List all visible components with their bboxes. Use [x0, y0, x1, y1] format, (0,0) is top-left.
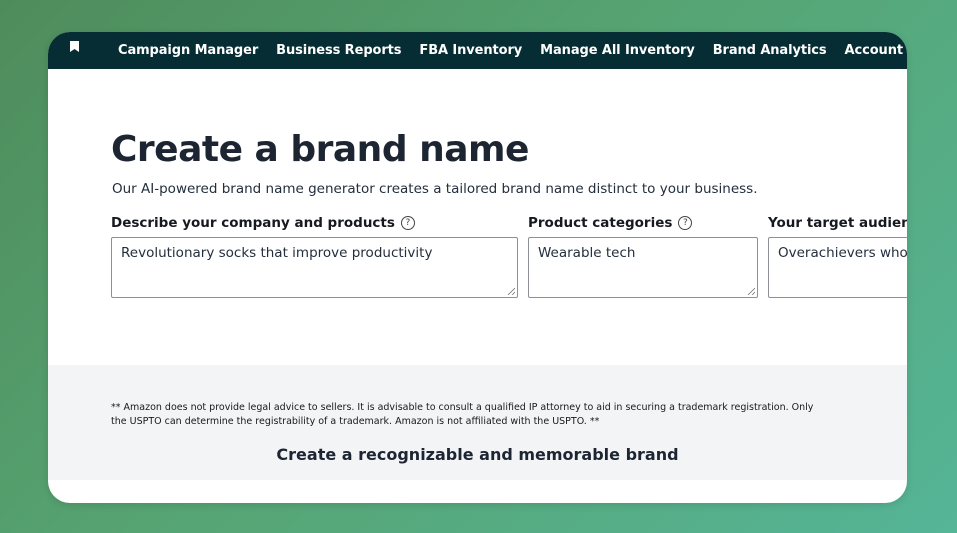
nav-items: Campaign Manager Business Reports FBA In… [118, 32, 907, 69]
nav-item-fba-inventory[interactable]: FBA Inventory [419, 43, 522, 58]
top-nav-bar: Campaign Manager Business Reports FBA In… [48, 32, 907, 69]
main-content: Create a brand name Our AI-powered brand… [48, 69, 907, 365]
field-label: Your target audience [768, 215, 907, 231]
field-company-description: Describe your company and products ? Rev… [111, 215, 518, 298]
product-categories-input[interactable]: Wearable tech [528, 237, 758, 298]
input-value: Overachievers who [778, 245, 907, 261]
field-label-text: Describe your company and products [111, 215, 395, 231]
field-label-text: Your target audience [768, 215, 907, 231]
field-product-categories: Product categories ? Wearable tech [528, 215, 758, 298]
input-value: Revolutionary socks that improve product… [121, 245, 433, 261]
nav-item-account-health[interactable]: Account Health [845, 43, 907, 58]
footer-section: ** Amazon does not provide legal advice … [48, 365, 907, 480]
field-target-audience: Your target audience Overachievers who [768, 215, 907, 298]
field-label: Product categories ? [528, 215, 758, 231]
page-subtitle: Our AI-powered brand name generator crea… [112, 181, 758, 197]
nav-item-campaign-manager[interactable]: Campaign Manager [118, 43, 258, 58]
resize-grip-icon[interactable] [507, 287, 515, 295]
nav-item-business-reports[interactable]: Business Reports [276, 43, 401, 58]
nav-item-brand-analytics[interactable]: Brand Analytics [713, 43, 827, 58]
company-description-input[interactable]: Revolutionary socks that improve product… [111, 237, 518, 298]
field-label-text: Product categories [528, 215, 673, 231]
legal-disclaimer: ** Amazon does not provide legal advice … [111, 402, 814, 427]
page-title: Create a brand name [111, 129, 529, 170]
help-icon[interactable]: ? [678, 216, 693, 230]
bookmark-icon[interactable] [70, 41, 79, 52]
nav-item-manage-all-inventory[interactable]: Manage All Inventory [540, 43, 695, 58]
input-value: Wearable tech [538, 245, 636, 261]
section-heading: Create a recognizable and memorable bran… [276, 445, 679, 464]
resize-grip-icon[interactable] [747, 287, 755, 295]
field-label: Describe your company and products ? [111, 215, 518, 231]
help-icon[interactable]: ? [400, 216, 415, 230]
target-audience-input[interactable]: Overachievers who [768, 237, 907, 298]
app-window: Campaign Manager Business Reports FBA In… [48, 32, 907, 503]
